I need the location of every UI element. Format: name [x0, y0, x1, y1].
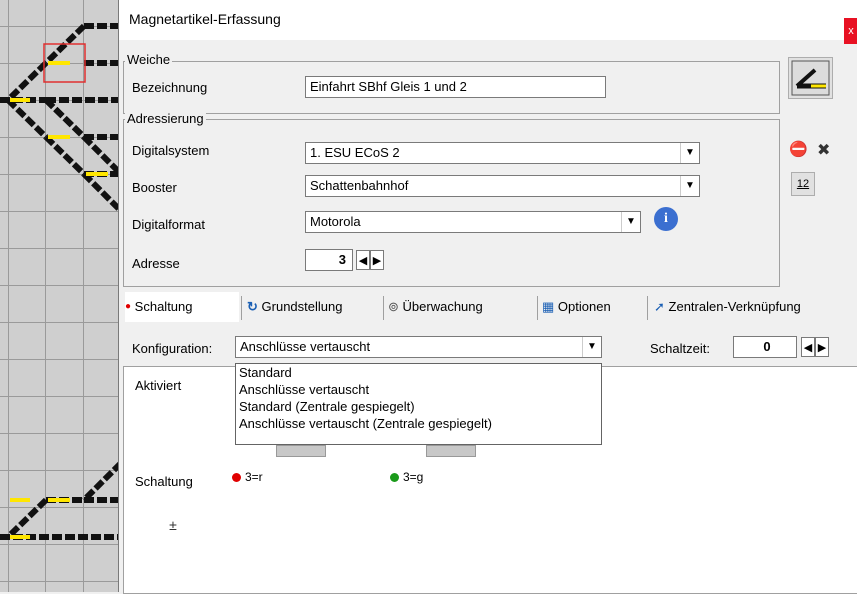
red-state-label: 3=r — [245, 470, 263, 484]
adressierung-group-label: Adressierung — [125, 111, 206, 126]
adjust-button[interactable]: ± — [162, 517, 184, 539]
weiche-group-label: Weiche — [125, 52, 173, 67]
booster-value: Schattenbahnhof — [310, 178, 409, 193]
connector-bar — [276, 445, 326, 457]
bezeichnung-label: Bezeichnung — [132, 80, 208, 95]
digitalsystem-label: Digitalsystem — [132, 143, 210, 158]
schaltzeit-input[interactable]: 0 — [733, 336, 797, 358]
binoculars-icon: ⊚ — [388, 299, 399, 314]
close-button[interactable]: x — [844, 18, 857, 44]
tab-grundstellung[interactable]: ↻ Grundstellung — [247, 292, 387, 322]
arrow-icon: ➚ — [654, 299, 665, 314]
digitalformat-value: Motorola — [310, 214, 361, 229]
decrement-icon[interactable]: ◀ — [356, 250, 370, 270]
address-list-label: 12 — [796, 178, 810, 190]
green-state-label: 3=g — [403, 470, 424, 484]
dropdown-option[interactable]: Anschlüsse vertauscht (Zentrale gespiege… — [236, 415, 601, 432]
adresse-label: Adresse — [132, 256, 180, 271]
adresse-value: 3 — [338, 252, 346, 267]
konfiguration-dropdown[interactable]: Standard Anschlüsse vertauscht Standard … — [235, 363, 602, 445]
grundstellung-icon: ↻ — [247, 299, 258, 314]
schaltzeit-spinner[interactable]: ◀ ▶ — [801, 337, 829, 357]
chevron-down-icon[interactable]: ▼ — [680, 176, 699, 196]
tab-ueberwachung[interactable]: ⊚ Überwachung — [388, 292, 531, 322]
adresse-spinner[interactable]: ◀ ▶ — [356, 250, 384, 270]
title-bar: Magnetartikel-Erfassung x — [119, 0, 857, 44]
crossed-switch-icon[interactable]: ✖ — [817, 140, 839, 162]
info-icon[interactable]: i — [654, 207, 678, 231]
tab-separator — [537, 296, 538, 320]
adresse-input[interactable]: 3 — [305, 249, 353, 271]
address-list-button[interactable]: 12 — [791, 172, 815, 196]
increment-icon[interactable]: ▶ — [815, 337, 829, 357]
schaltung-row-label: Schaltung — [135, 474, 193, 489]
tab-ueberwachung-label: Überwachung — [402, 299, 483, 314]
track-layout-canvas — [0, 0, 124, 592]
dropdown-option[interactable]: Standard — [236, 364, 601, 381]
bezeichnung-input[interactable]: Einfahrt SBhf Gleis 1 und 2 — [305, 76, 606, 98]
schaltung-icon: ● — [125, 301, 132, 312]
konfiguration-select[interactable]: Anschlüsse vertauscht ▼ — [235, 336, 602, 358]
red-led-icon — [232, 473, 241, 482]
tab-separator — [241, 296, 242, 320]
track-layout-panel[interactable] — [0, 0, 124, 592]
tab-optionen[interactable]: ▦ Optionen — [542, 292, 648, 322]
konfiguration-value: Anschlüsse vertauscht — [240, 339, 371, 354]
schaltzeit-label: Schaltzeit: — [650, 341, 710, 356]
chevron-down-icon[interactable]: ▼ — [582, 337, 601, 357]
digitalformat-label: Digitalformat — [132, 217, 205, 232]
dropdown-option[interactable]: Standard (Zentrale gespiegelt) — [236, 398, 601, 415]
dropdown-option[interactable]: Anschlüsse vertauscht — [236, 381, 601, 398]
digitalsystem-value: 1. ESU ECoS 2 — [310, 145, 400, 160]
green-led-icon — [390, 473, 399, 482]
disconnect-icon[interactable]: ⛔ — [789, 140, 811, 162]
tab-separator — [647, 296, 648, 320]
booster-label: Booster — [132, 180, 177, 195]
decrement-icon[interactable]: ◀ — [801, 337, 815, 357]
digitalsystem-select[interactable]: 1. ESU ECoS 2 ▼ — [305, 142, 700, 164]
tab-zentralen-verknuepfung[interactable]: ➚ Zentralen-Verknüpfung — [654, 292, 854, 322]
magnetartikel-dialog: Magnetartikel-Erfassung x Weiche Bezeich… — [118, 0, 857, 594]
window-title: Magnetartikel-Erfassung — [129, 11, 281, 27]
aktiviert-label: Aktiviert — [135, 378, 182, 393]
tab-optionen-label: Optionen — [557, 299, 611, 314]
digitalformat-select[interactable]: Motorola ▼ — [305, 211, 641, 233]
tab-schaltung-label: Schaltung — [134, 299, 193, 314]
tab-schaltung[interactable]: ● Schaltung — [125, 292, 239, 322]
turnout-icon — [791, 60, 830, 96]
booster-select[interactable]: Schattenbahnhof ▼ — [305, 175, 700, 197]
chevron-down-icon[interactable]: ▼ — [680, 143, 699, 163]
increment-icon[interactable]: ▶ — [370, 250, 384, 270]
options-icon: ▦ — [542, 299, 555, 314]
switch-type-button[interactable] — [788, 57, 833, 99]
tab-grundstellung-label: Grundstellung — [261, 299, 343, 314]
konfiguration-label: Konfiguration: — [132, 341, 213, 356]
chevron-down-icon[interactable]: ▼ — [621, 212, 640, 232]
tab-zentralen-label: Zentralen-Verknüpfung — [668, 299, 801, 314]
schaltzeit-value: 0 — [763, 339, 771, 354]
tab-separator — [383, 296, 384, 320]
connector-bar — [426, 445, 476, 457]
